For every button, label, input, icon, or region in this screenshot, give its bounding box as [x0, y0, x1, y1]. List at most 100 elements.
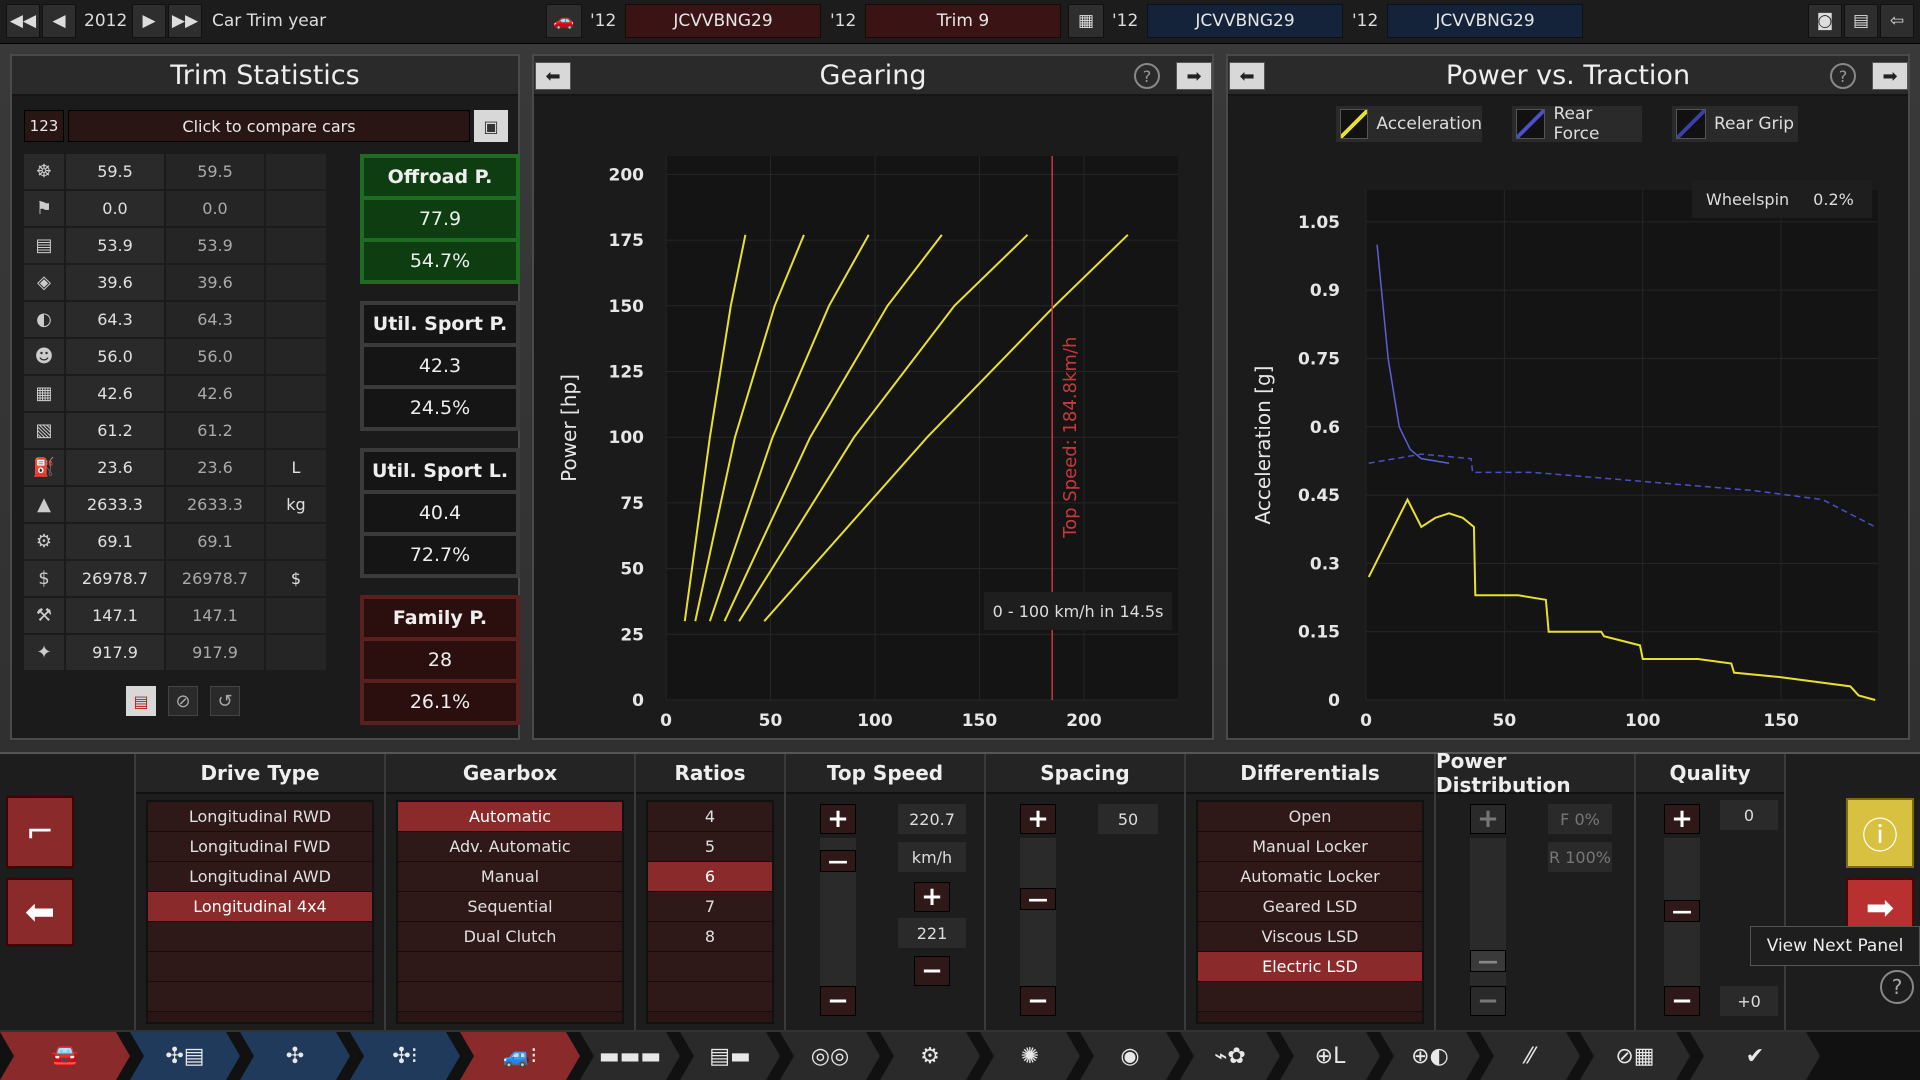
- differentials-option[interactable]: Open: [1198, 802, 1422, 832]
- stat-row: ⚒ 147.1 147.1: [24, 598, 340, 633]
- spacing-slider-handle[interactable]: —: [1020, 887, 1056, 911]
- distribution-slider-handle[interactable]: —: [1470, 949, 1506, 973]
- gearbox-option[interactable]: Sequential: [398, 892, 622, 922]
- quality-decrease-button[interactable]: −: [1664, 986, 1700, 1016]
- ratios-option[interactable]: 4: [648, 802, 772, 832]
- differentials-option[interactable]: Manual Locker: [1198, 832, 1422, 862]
- differentials-option[interactable]: Geared LSD: [1198, 892, 1422, 922]
- back-arrow-icon[interactable]: ⬅: [6, 878, 74, 946]
- engine-select-icon[interactable]: ▦: [1068, 4, 1104, 38]
- camera-icon[interactable]: ◙: [1808, 4, 1842, 38]
- prev-panel-icon[interactable]: ⬅: [1229, 62, 1265, 90]
- back-icon[interactable]: ⇦: [1880, 4, 1914, 38]
- chassis-icon[interactable]: ✣▤: [130, 1032, 240, 1080]
- demographic-card[interactable]: Util. Sport L. 40.4 72.7%: [360, 448, 520, 578]
- ref4-model[interactable]: JCVVBNG29: [1387, 4, 1583, 38]
- demographic-percent: 24.5%: [364, 389, 516, 427]
- rim-icon[interactable]: ⊕◐: [1380, 1032, 1480, 1080]
- testing-icon[interactable]: ⊘▦: [1580, 1032, 1690, 1080]
- distribution-increase-button[interactable]: +: [1470, 804, 1506, 834]
- demographic-card[interactable]: Util. Sport P. 42.3 24.5%: [360, 301, 520, 431]
- drive-type-option[interactable]: Longitudinal RWD: [148, 802, 372, 832]
- prev-year-icon[interactable]: ◀: [42, 4, 76, 38]
- drive-type-option[interactable]: Longitudinal AWD: [148, 862, 372, 892]
- drive-type-option[interactable]: Longitudinal FWD: [148, 832, 372, 862]
- compare-code[interactable]: 123: [24, 110, 64, 142]
- demographic-card[interactable]: Family P. 28 26.1%: [360, 595, 520, 725]
- passengers-icon: ☻: [24, 339, 64, 374]
- spreadsheet-icon[interactable]: ▤: [1844, 4, 1878, 38]
- next-panel-icon[interactable]: ➡: [1176, 62, 1212, 90]
- top-speed-decrease-button[interactable]: −: [820, 986, 856, 1016]
- distribution-decrease-button[interactable]: −: [1470, 986, 1506, 1016]
- fixtures-icon[interactable]: 🚙⁝: [460, 1032, 580, 1080]
- gearing-chart: 0255075100125150175200050100150200Speed …: [557, 156, 1178, 731]
- ref1-model[interactable]: JCVVBNG29: [625, 4, 821, 38]
- differentials-option[interactable]: Automatic Locker: [1198, 862, 1422, 892]
- calibration-icon[interactable]: ⁄⁄: [1480, 1032, 1580, 1080]
- finish-check-icon[interactable]: ✔: [1690, 1032, 1820, 1080]
- spacing-slider[interactable]: [1020, 838, 1056, 986]
- quality-value: 0: [1720, 800, 1778, 830]
- drivetrain-icon[interactable]: ✣⁝: [350, 1032, 460, 1080]
- spacing-decrease-button[interactable]: −: [1020, 986, 1056, 1016]
- cargo-icon: ▦: [24, 376, 64, 411]
- help-icon[interactable]: ?: [1830, 63, 1856, 89]
- steering-icon[interactable]: ◉: [1080, 1032, 1180, 1080]
- gearbox-icon[interactable]: ▤▬: [680, 1032, 780, 1080]
- drive-type-option[interactable]: Longitudinal 4x4: [148, 892, 372, 922]
- gearbox-option[interactable]: Manual: [398, 862, 622, 892]
- y-tick-label: 0: [632, 691, 644, 711]
- ratios-option[interactable]: 7: [648, 892, 772, 922]
- fine-increase-button[interactable]: +: [914, 882, 950, 912]
- wheel-icon[interactable]: ✺: [980, 1032, 1080, 1080]
- gearbox-option[interactable]: Dual Clutch: [398, 922, 622, 952]
- spacing-column: Spacing + — − 50: [984, 754, 1184, 1032]
- suspension-icon[interactable]: ✣: [240, 1032, 350, 1080]
- stat-unit: L: [266, 450, 326, 485]
- stat-value: 61.2: [66, 413, 164, 448]
- view-next-panel-tooltip: View Next Panel: [1750, 926, 1920, 966]
- ref2-trim[interactable]: Trim 9: [865, 4, 1061, 38]
- compare-cars-button[interactable]: Click to compare cars: [68, 110, 470, 142]
- brakes-icon[interactable]: ⚙: [880, 1032, 980, 1080]
- warning-icon[interactable]: ⓘ: [1846, 798, 1914, 868]
- next-year-icon[interactable]: ▶: [132, 4, 166, 38]
- reset-icon[interactable]: ↺: [210, 686, 240, 716]
- help-icon[interactable]: ?: [1134, 63, 1160, 89]
- spacing-increase-button[interactable]: +: [1020, 804, 1056, 834]
- ratios-option[interactable]: 8: [648, 922, 772, 952]
- prev-panel-icon[interactable]: ⬅: [535, 62, 571, 90]
- stat-value: 23.6: [66, 450, 164, 485]
- first-year-icon[interactable]: ◀◀: [6, 4, 40, 38]
- car-select-icon[interactable]: 🚗: [546, 4, 582, 38]
- last-year-icon[interactable]: ▶▶: [168, 4, 202, 38]
- gearbox-option[interactable]: Adv. Automatic: [398, 832, 622, 862]
- ratios-option[interactable]: 6: [648, 862, 772, 892]
- top-speed-increase-button[interactable]: +: [820, 804, 856, 834]
- car-body-icon[interactable]: 🚘: [0, 1032, 130, 1080]
- suspension-graph-icon[interactable]: ⌐: [6, 796, 74, 868]
- gearbox-option[interactable]: Automatic: [398, 802, 622, 832]
- interior-icon[interactable]: ▬▬▬: [580, 1032, 680, 1080]
- top-speed-slider-handle[interactable]: —: [820, 849, 856, 873]
- differentials-option[interactable]: Electric LSD: [1198, 952, 1422, 982]
- quality-increase-button[interactable]: +: [1664, 804, 1700, 834]
- help-icon[interactable]: ?: [1880, 970, 1914, 1004]
- next-panel-icon[interactable]: ➡: [1872, 62, 1908, 90]
- stat-unit: [266, 191, 326, 226]
- aero-icon[interactable]: ⌁✿: [1180, 1032, 1280, 1080]
- ref3-model[interactable]: JCVVBNG29: [1147, 4, 1343, 38]
- column-title: Drive Type: [136, 754, 384, 794]
- demographic-card[interactable]: Offroad P. 77.9 54.7%: [360, 154, 520, 284]
- ratios-option[interactable]: 5: [648, 832, 772, 862]
- compare-car-icon[interactable]: ▣: [474, 110, 508, 142]
- demographic-title: Util. Sport P.: [364, 305, 516, 343]
- tires-icon[interactable]: ◎◎: [780, 1032, 880, 1080]
- report-icon[interactable]: ▤: [126, 686, 156, 716]
- differentials-option[interactable]: Viscous LSD: [1198, 922, 1422, 952]
- quality-slider-handle[interactable]: —: [1664, 899, 1700, 923]
- clear-icon[interactable]: ⊘: [168, 686, 198, 716]
- fine-decrease-button[interactable]: −: [914, 956, 950, 986]
- wheel-angle-icon[interactable]: ⊕L: [1280, 1032, 1380, 1080]
